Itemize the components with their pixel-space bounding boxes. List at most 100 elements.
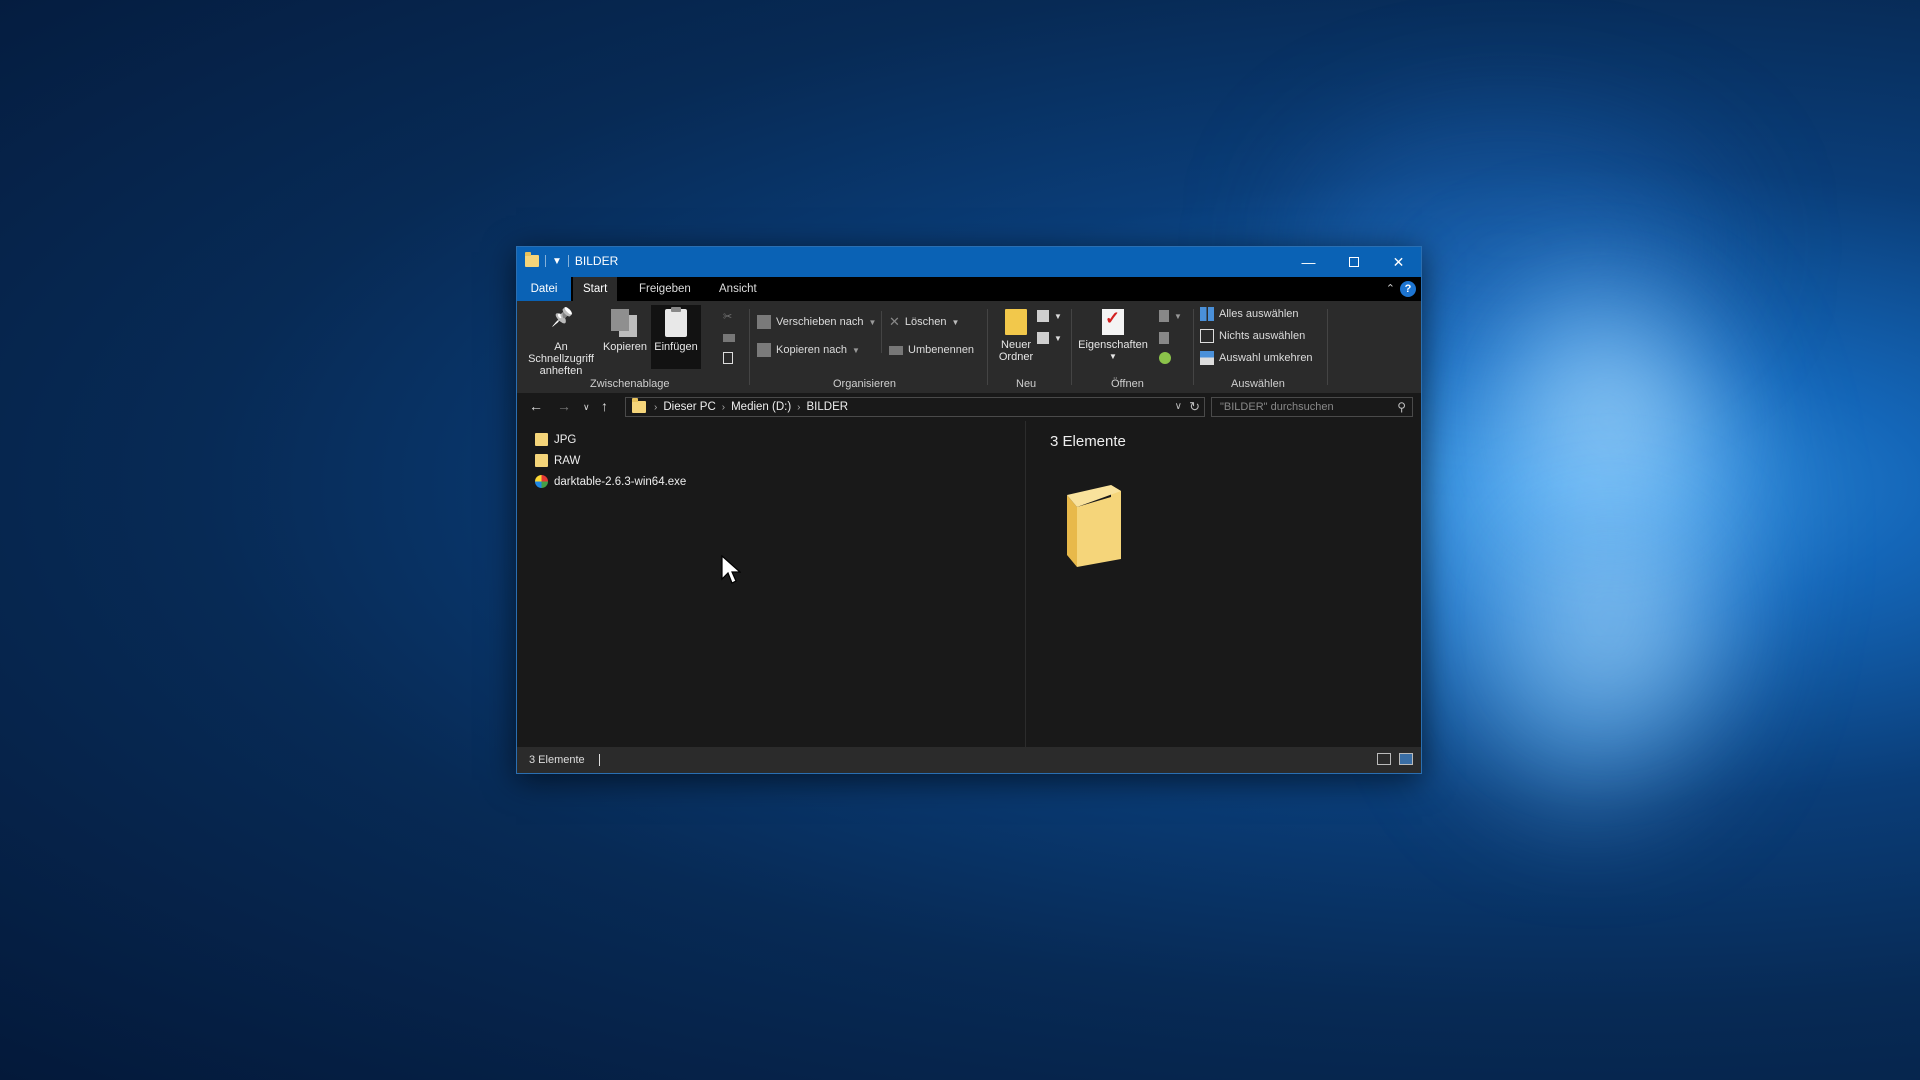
paste-shortcut-icon[interactable]: [723, 349, 733, 367]
collapse-ribbon-icon[interactable]: ⌃: [1386, 282, 1395, 295]
divider: [567, 255, 569, 267]
chevron-down-icon: ▼: [851, 345, 860, 355]
folder-icon: [632, 398, 646, 413]
search-input[interactable]: "BILDER" durchsuchen ⚲: [1211, 397, 1413, 417]
address-input[interactable]: › Dieser PC › Medien (D:) › BILDER ∨ ↻: [625, 397, 1205, 417]
select-all-label: Alles auswählen: [1219, 308, 1299, 320]
divider: [1025, 421, 1026, 747]
explorer-window: ▼ BILDER — ✕ Datei Start Freigeben Ansic…: [516, 246, 1422, 774]
details-view-icon[interactable]: [1377, 753, 1391, 765]
copy-to-icon: [757, 343, 771, 357]
delete-button[interactable]: ✕ Löschen ▼: [889, 313, 959, 331]
file-name: darktable-2.6.3-win64.exe: [554, 475, 687, 488]
select-all-button[interactable]: Alles auswählen: [1200, 305, 1299, 323]
window-title: BILDER: [574, 254, 619, 268]
copy-to-button[interactable]: Kopieren nach ▼: [757, 341, 860, 359]
pin-label-2: anheften: [539, 365, 583, 377]
group-label-zwischenablage: Zwischenablage: [590, 378, 670, 390]
delete-icon: ✕: [889, 314, 900, 329]
up-icon[interactable]: ↑: [601, 398, 608, 414]
easy-access-button[interactable]: ▼: [1037, 329, 1062, 347]
pin-icon: [547, 309, 575, 337]
divider: [987, 309, 988, 385]
rename-icon: [889, 345, 903, 355]
copy-icon: [611, 309, 639, 337]
rename-button[interactable]: Umbenennen: [889, 341, 974, 359]
group-label-oeffnen: Öffnen: [1111, 378, 1144, 390]
maximize-button[interactable]: [1331, 247, 1376, 277]
close-button[interactable]: ✕: [1376, 247, 1421, 277]
new-folder-label-1: Neuer: [1001, 339, 1031, 351]
move-to-button[interactable]: Verschieben nach ▼: [757, 313, 876, 331]
copy-path-icon[interactable]: [723, 329, 735, 347]
divider: [1193, 309, 1194, 385]
breadcrumb-bilder[interactable]: BILDER: [807, 401, 849, 413]
divider: [749, 309, 750, 385]
ribbon: An Schnellzugriff anheften Kopieren Einf…: [517, 301, 1421, 393]
title-bar[interactable]: ▼ BILDER — ✕: [517, 247, 1421, 277]
chevron-down-icon[interactable]: ∨: [1175, 401, 1182, 412]
breadcrumb-medien[interactable]: Medien (D:): [731, 401, 791, 413]
new-item-button[interactable]: ▼: [1037, 307, 1062, 325]
copy-button[interactable]: Kopieren: [599, 309, 651, 353]
list-item[interactable]: RAW: [535, 450, 1015, 471]
select-none-button[interactable]: Nichts auswählen: [1200, 327, 1305, 345]
refresh-icon[interactable]: ↻: [1189, 399, 1200, 415]
wallpaper-glow: [1540, 540, 1680, 700]
chevron-right-icon: ›: [797, 401, 801, 413]
paste-icon: [665, 307, 687, 337]
history-icon: [1159, 352, 1171, 364]
invert-selection-button[interactable]: Auswahl umkehren: [1200, 349, 1313, 367]
divider: [545, 255, 546, 267]
chevron-down-icon: ▼: [1054, 333, 1062, 343]
new-folder-button[interactable]: Neuer Ordner: [991, 309, 1041, 363]
cut-icon[interactable]: ✂: [723, 307, 732, 325]
help-icon[interactable]: ?: [1400, 281, 1416, 297]
open-button[interactable]: ▼: [1159, 307, 1182, 325]
invert-selection-icon: [1200, 351, 1214, 365]
pin-quick-access-button[interactable]: An Schnellzugriff anheften: [523, 309, 599, 377]
file-name: RAW: [554, 454, 581, 467]
ribbon-tabs: Datei Start Freigeben Ansicht ⌃ ?: [517, 277, 1421, 301]
divider: [1327, 309, 1328, 385]
status-bar: 3 Elemente: [517, 747, 1421, 773]
chevron-down-icon: ▼: [868, 317, 877, 327]
copy-to-label: Kopieren nach: [776, 344, 847, 356]
edit-icon: [1159, 332, 1169, 344]
move-to-icon: [757, 315, 771, 329]
chevron-down-icon: ▼: [1174, 311, 1182, 321]
large-icons-view-icon[interactable]: [1399, 753, 1413, 765]
search-icon[interactable]: ⚲: [1397, 398, 1406, 416]
quick-access-dropdown-icon[interactable]: ▼: [552, 256, 562, 267]
group-label-auswaehlen: Auswählen: [1231, 378, 1285, 390]
folder-icon: [535, 454, 548, 467]
tab-freigeben[interactable]: Freigeben: [629, 277, 701, 301]
back-icon[interactable]: ←: [529, 398, 543, 414]
address-bar-row: ← → ∨ ↑ › Dieser PC › Medien (D:) › BILD…: [517, 393, 1421, 421]
tab-start[interactable]: Start: [573, 277, 618, 301]
new-item-icon: [1037, 310, 1049, 322]
open-icon: [1159, 310, 1169, 322]
tab-ansicht[interactable]: Ansicht: [709, 277, 767, 301]
breadcrumb-dieser-pc[interactable]: Dieser PC: [663, 401, 715, 413]
history-button[interactable]: [1159, 349, 1171, 367]
pin-label-1: An Schnellzugriff: [528, 341, 594, 365]
properties-button[interactable]: Eigenschaften ▼: [1075, 309, 1151, 363]
chevron-down-icon: ▼: [1054, 311, 1062, 321]
folder-icon: [525, 252, 539, 267]
delete-label: Löschen: [904, 316, 947, 328]
list-item[interactable]: darktable-2.6.3-win64.exe: [535, 471, 1015, 492]
select-none-label: Nichts auswählen: [1219, 330, 1306, 342]
edit-button[interactable]: [1159, 329, 1169, 347]
paste-button[interactable]: Einfügen: [651, 305, 701, 369]
tab-datei[interactable]: Datei: [517, 277, 571, 301]
chevron-down-icon: ▼: [951, 317, 960, 327]
application-icon: [535, 475, 548, 488]
minimize-button[interactable]: —: [1286, 247, 1331, 277]
paste-label: Einfügen: [654, 341, 698, 353]
recent-locations-icon[interactable]: ∨: [583, 402, 590, 413]
list-item[interactable]: JPG: [535, 429, 1015, 450]
forward-icon[interactable]: →: [557, 398, 571, 414]
select-all-icon: [1200, 307, 1214, 321]
divider: [599, 754, 600, 766]
